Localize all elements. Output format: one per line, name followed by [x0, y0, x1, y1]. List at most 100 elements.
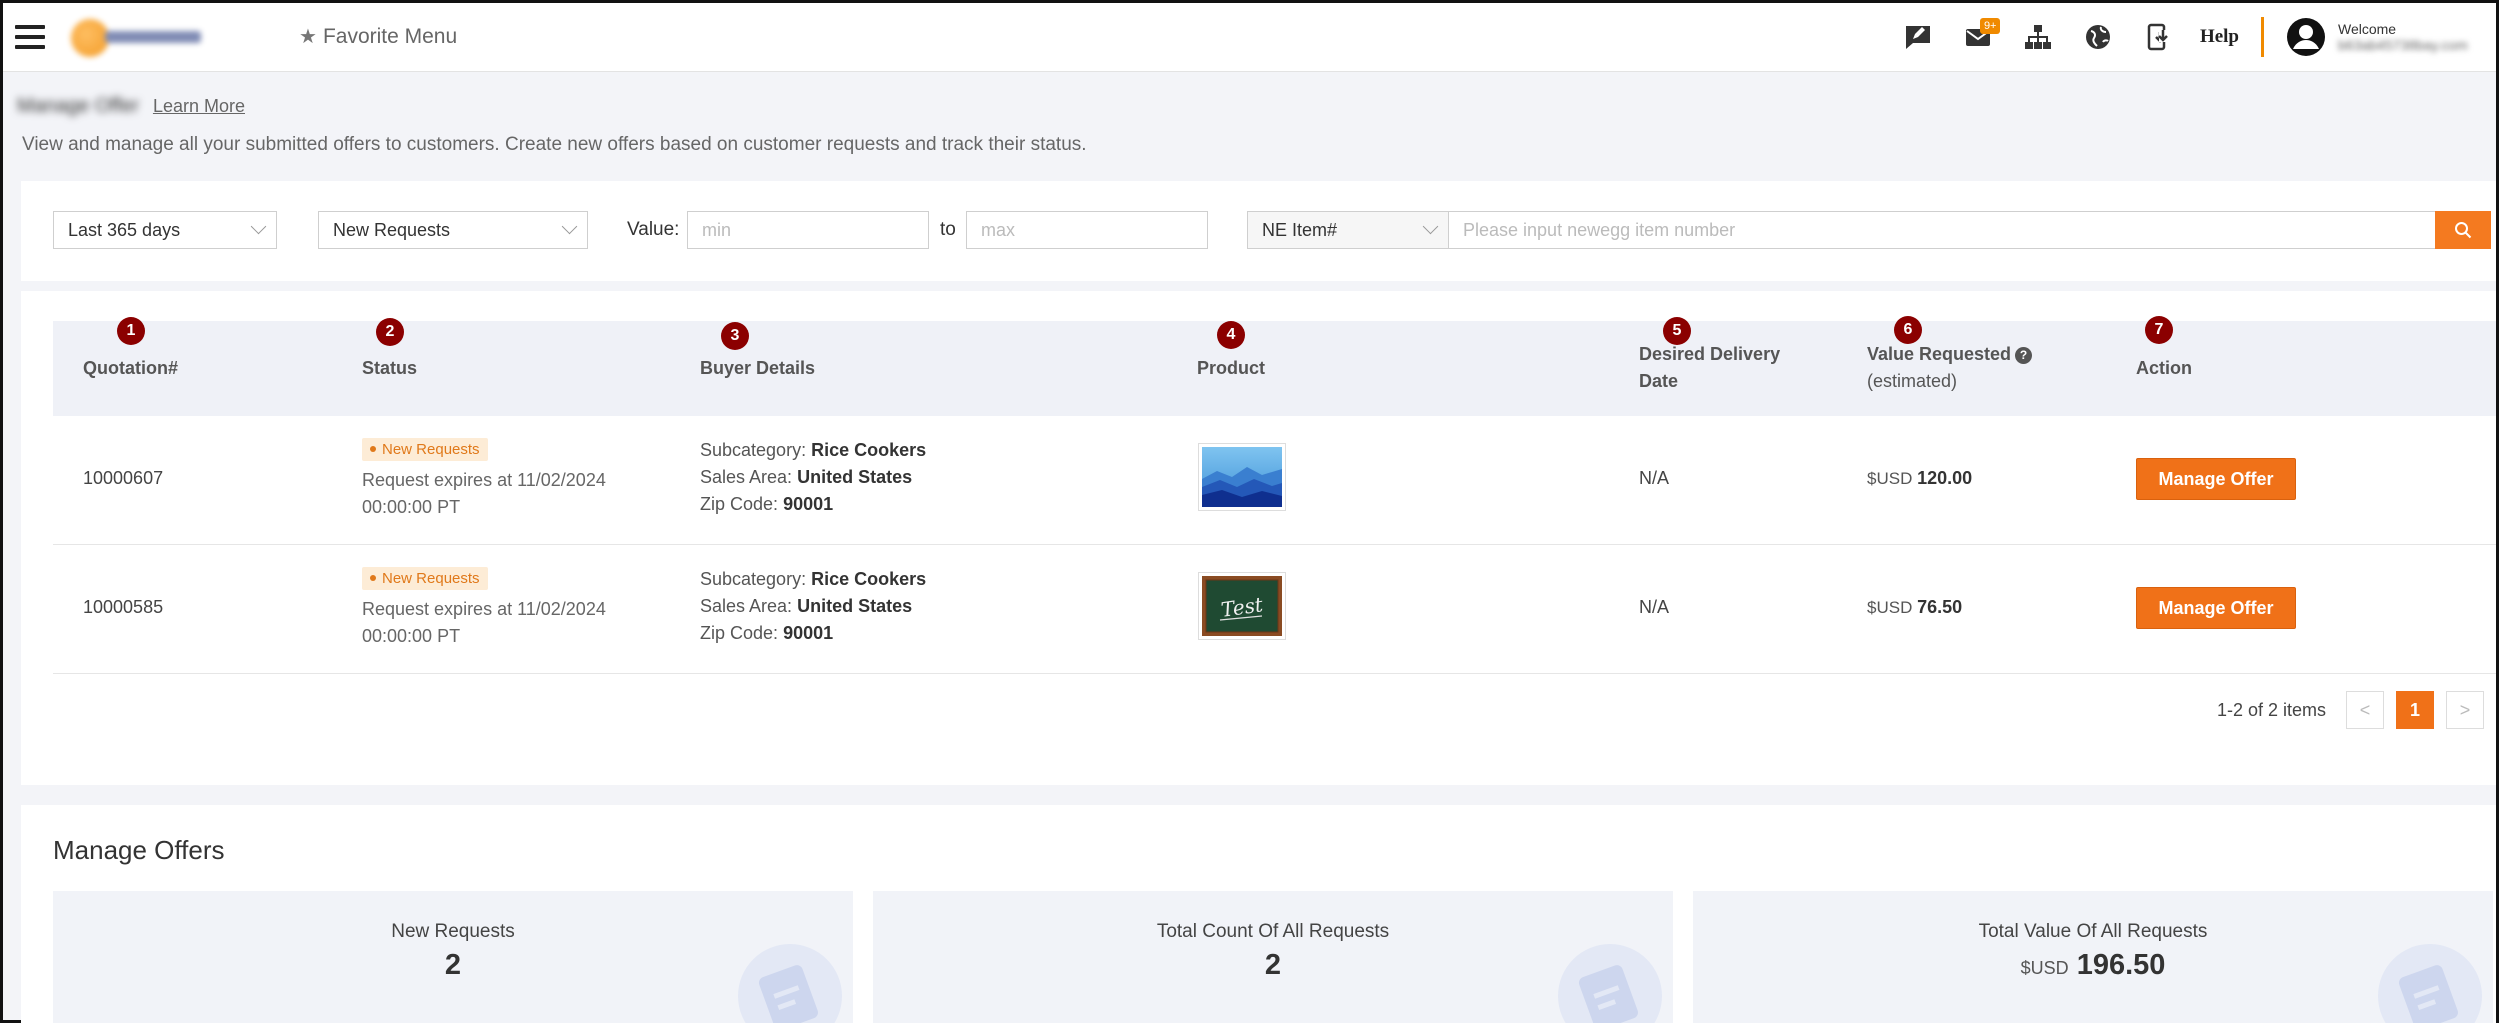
help-icon[interactable]: ? [2015, 346, 2033, 364]
header-delivery-line1: Desired Delivery [1639, 344, 1781, 364]
favorite-menu-label: Favorite Menu [322, 24, 458, 48]
delivery-date: N/A [1639, 468, 1670, 488]
chevron-down-icon [1422, 218, 1439, 235]
dot-icon [370, 446, 376, 452]
blue-mountains-image [1202, 447, 1282, 507]
currency: $USD [1867, 469, 1913, 488]
header-buyer-details: Buyer Details [700, 358, 816, 378]
manage-offer-button[interactable]: Manage Offer [2136, 587, 2296, 629]
page-header: Manage Offer Learn More [17, 95, 245, 118]
chevron-down-icon [250, 218, 267, 235]
stat-card-new-requests: New Requests 2 [53, 891, 853, 1023]
value-amount: 76.50 [1917, 597, 1963, 617]
stat-card-total-count: Total Count Of All Requests 2 [873, 891, 1673, 1023]
marker-4: 4 [1217, 321, 1245, 349]
header-status: Status [362, 358, 418, 378]
status-cell: New Requests Request expires at 11/02/20… [362, 565, 606, 650]
zip-value: 90001 [783, 623, 834, 643]
value-amount: 120.00 [1917, 468, 1973, 488]
menu-icon[interactable] [15, 25, 45, 49]
delivery-date: N/A [1639, 597, 1670, 617]
expiry-text: Request expires at 11/02/2024 00:00:00 P… [362, 596, 606, 650]
value-requested: $USD 120.00 [1867, 468, 1972, 489]
sales-area-label: Sales Area: [700, 596, 793, 616]
user-avatar-icon [2287, 18, 2325, 56]
quotation-number: 10000585 [83, 597, 164, 617]
status-badge: New Requests [362, 437, 488, 461]
favorite-menu-button[interactable]: ★ Favorite Menu [299, 24, 457, 49]
subcategory-label: Subcategory: [700, 569, 807, 589]
value-requested: $USD 76.50 [1867, 597, 1962, 618]
offers-table-panel: 1 2 3 4 5 6 7 Quotation# Status Buyer De… [21, 291, 2496, 785]
product-thumbnail[interactable]: Test [1198, 572, 1286, 640]
status-select[interactable]: New Requests [318, 211, 588, 249]
status-badge-label: New Requests [382, 440, 480, 458]
header-value-line1: Value Requested [1867, 344, 2012, 364]
status-badge-label: New Requests [382, 569, 480, 587]
pagination: 1-2 of 2 items < 1 > [2217, 691, 2484, 729]
device-download-icon[interactable] [2128, 3, 2188, 71]
subcategory-label: Subcategory: [700, 440, 807, 460]
welcome-label: Welcome [2338, 21, 2397, 37]
expiry-line1: Request expires at 11/02/2024 [362, 598, 606, 619]
date-range-select[interactable]: Last 365 days [53, 211, 277, 249]
expiry-text: Request expires at 11/02/2024 00:00:00 P… [362, 467, 606, 521]
offer-tag-icon [1558, 944, 1662, 1023]
status-badge: New Requests [362, 566, 488, 590]
page-1-button[interactable]: 1 [2396, 691, 2434, 729]
feedback-icon[interactable] [1888, 3, 1948, 71]
stat-label: New Requests [391, 921, 515, 942]
buyer-details: Subcategory: Rice Cookers Sales Area: Un… [700, 437, 926, 518]
brand-logo[interactable] [65, 15, 205, 61]
marker-1: 1 [117, 317, 145, 345]
next-page-button[interactable]: > [2446, 691, 2484, 729]
stat-value: 2 [1264, 949, 1282, 981]
page-title: Manage Offer [17, 95, 139, 117]
status-value: New Requests [333, 219, 451, 240]
stat-unit: $USD [2020, 958, 2069, 978]
quotation-number: 10000607 [83, 468, 164, 488]
search-type-value: NE Item# [1262, 219, 1338, 240]
date-range-value: Last 365 days [68, 219, 181, 240]
sales-area-label: Sales Area: [700, 467, 793, 487]
stat-value: 196.50 [2076, 949, 2166, 981]
help-link[interactable]: Help [2188, 26, 2261, 48]
sales-area-value: United States [797, 467, 913, 487]
header-action: Action [2136, 358, 2192, 378]
search-button[interactable] [2435, 211, 2491, 249]
globe-icon[interactable] [2068, 3, 2128, 71]
sales-area-value: United States [797, 596, 913, 616]
currency: $USD [1867, 598, 1913, 617]
header-value-line2: (estimated) [1867, 371, 1958, 391]
marker-7: 7 [2145, 316, 2173, 344]
mail-count-badge: 9+ [1979, 18, 2001, 34]
manage-offer-button[interactable]: Manage Offer [2136, 458, 2296, 500]
pagination-info: 1-2 of 2 items [2216, 699, 2326, 720]
manage-offers-panel: Manage Offers New Requests 2 Total Count… [21, 805, 2496, 1023]
marker-2: 2 [376, 318, 404, 346]
mail-icon[interactable]: 9+ [1948, 3, 2008, 71]
header-quotation: Quotation# [83, 358, 178, 378]
item-number-search-input[interactable] [1448, 211, 2436, 249]
user-menu[interactable]: Welcome b63ab45738bay.com [2264, 3, 2496, 71]
dot-icon [370, 575, 376, 581]
top-icon-group: 9+ Help Welcome b63ab45738bay.com [1888, 3, 2496, 71]
stat-card-total-value: Total Value Of All Requests $USD 196.50 [1693, 891, 2493, 1023]
status-cell: New Requests Request expires at 11/02/20… [362, 436, 606, 521]
search-type-select[interactable]: NE Item# [1247, 211, 1449, 249]
star-icon: ★ [299, 26, 317, 48]
sitemap-icon[interactable] [2008, 3, 2068, 71]
header-value-requested: Value Requested? (estimated) [1867, 341, 2033, 395]
filter-panel: Last 365 days New Requests Value: to NE … [21, 181, 2496, 281]
expiry-line2: 00:00:00 PT [362, 625, 461, 646]
min-value-input[interactable] [687, 211, 929, 249]
table-row: 10000585 New Requests Request expires at… [53, 545, 2496, 674]
product-thumbnail[interactable] [1198, 443, 1286, 511]
zip-label: Zip Code: [700, 623, 779, 643]
max-value-input[interactable] [966, 211, 1208, 249]
header-delivery-line2: Date [1639, 371, 1679, 391]
previous-page-button[interactable]: < [2346, 691, 2384, 729]
offer-tag-icon [2378, 944, 2482, 1023]
search-icon [2455, 222, 2472, 239]
learn-more-link[interactable]: Learn More [153, 96, 245, 117]
